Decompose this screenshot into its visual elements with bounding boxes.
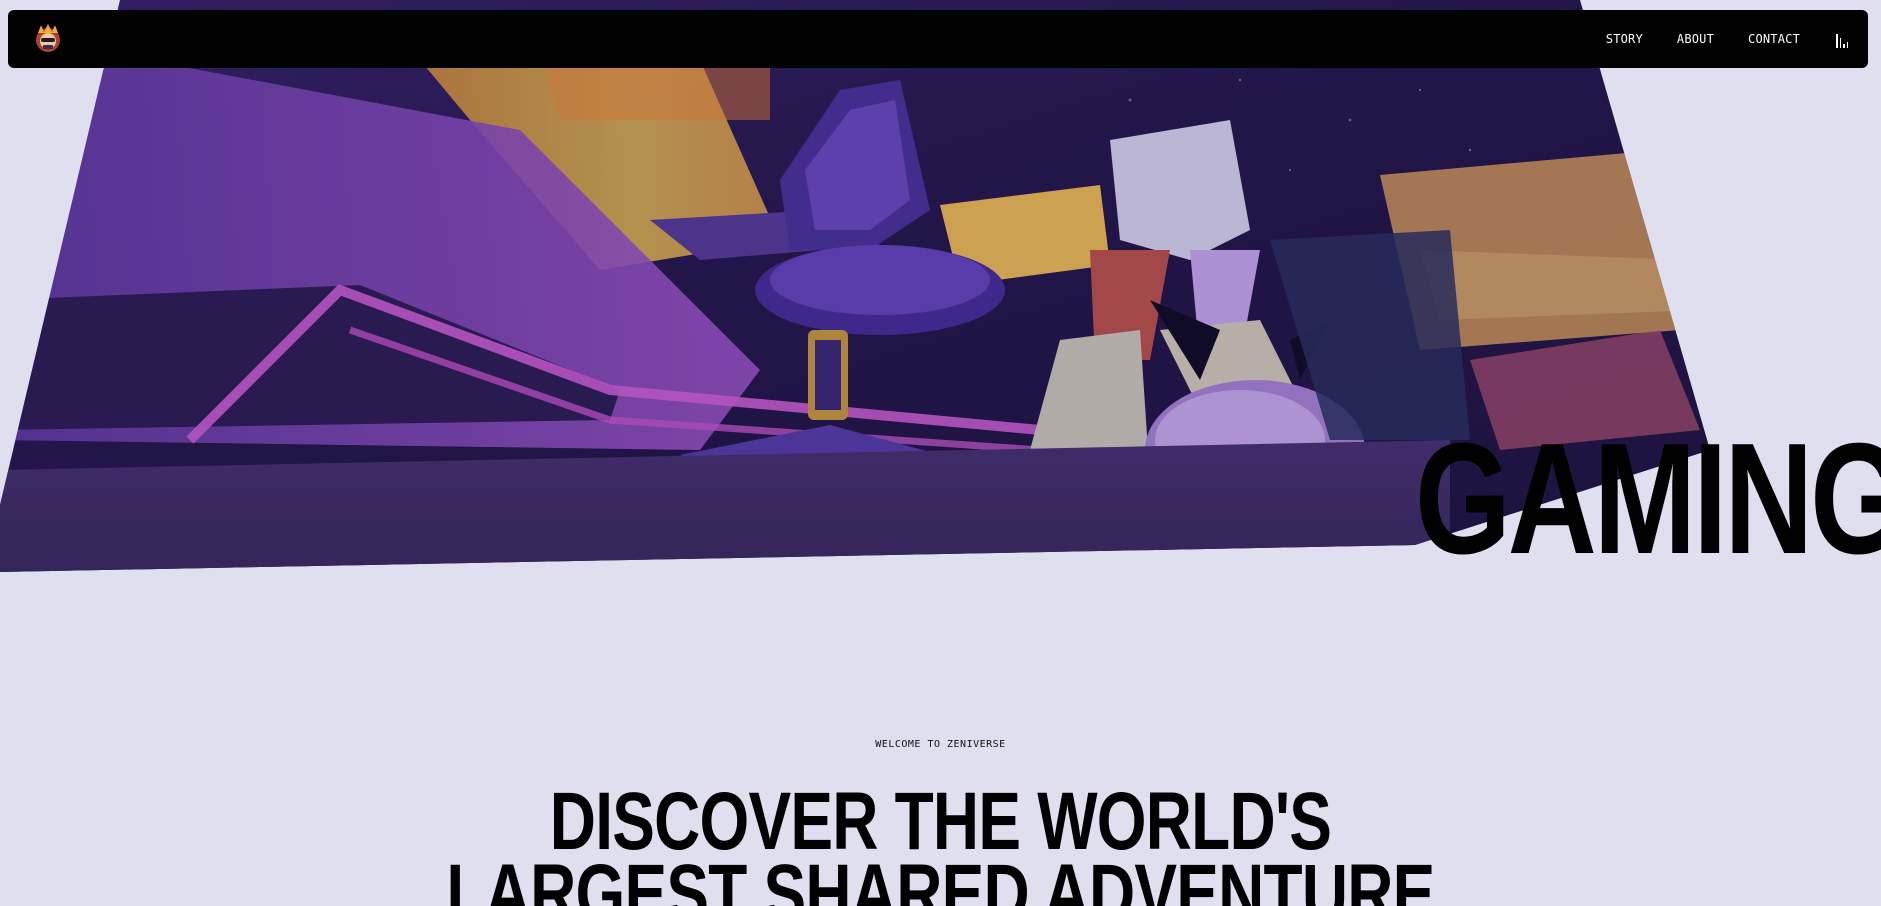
nav-links: STORY ABOUT CONTACT xyxy=(1572,30,1850,48)
hero-title-gaming: GAMING xyxy=(1415,411,1881,587)
nav-link-contact[interactable]: CONTACT xyxy=(1748,32,1800,46)
top-navbar: STORY ABOUT CONTACT xyxy=(8,10,1868,68)
about-headline: DISCOVER THE WORLD'S LARGEST SHARED ADVE… xyxy=(0,781,1881,906)
nav-link-about[interactable]: ABOUT xyxy=(1677,32,1714,46)
headline-line-2: LARGEST SHARED ADVENTURE xyxy=(446,848,1435,906)
nav-link-story[interactable]: STORY xyxy=(1606,32,1643,46)
zentry-mascot-logo-icon[interactable] xyxy=(32,23,64,55)
page: STORY ABOUT CONTACT GAMING WELCOME TO ZE… xyxy=(0,0,1881,906)
welcome-label: WELCOME TO ZENIVERSE xyxy=(875,739,1006,750)
audio-bars-icon[interactable] xyxy=(1836,30,1850,48)
